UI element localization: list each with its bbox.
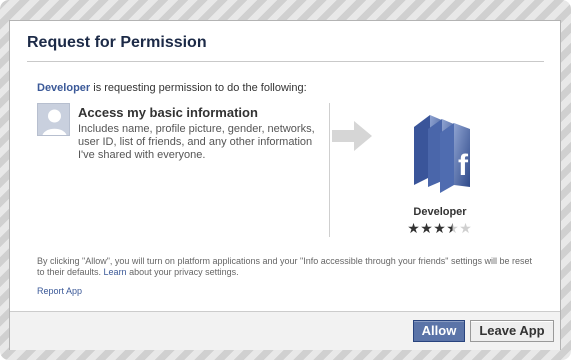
rating-star-icon: ★ [459, 220, 472, 236]
silhouette-icon [38, 104, 69, 135]
rating-star-icon: ★ [420, 220, 433, 236]
dialog-footer: Allow Leave App [10, 311, 560, 350]
disclaimer-text: By clicking "Allow", you will turn on pl… [37, 256, 537, 278]
svg-text:f: f [458, 149, 469, 182]
vertical-divider [329, 103, 330, 237]
intro-text: Developer is requesting permission to do… [37, 82, 307, 94]
learn-link[interactable]: Learn [104, 267, 127, 277]
user-avatar [37, 103, 70, 136]
disclaimer-after: about your privacy settings. [126, 267, 239, 277]
intro-sentence: is requesting permission to do the follo… [90, 82, 307, 94]
permission-dialog: Request for Permission Developer is requ… [9, 20, 561, 350]
app-name: Developer [413, 206, 467, 218]
permission-title: Access my basic information [78, 105, 258, 120]
title-divider [27, 61, 544, 62]
facebook-developer-icon: f [414, 115, 470, 193]
rating-star-icon: ★ [446, 220, 459, 236]
dialog-frame: Request for Permission Developer is requ… [0, 0, 571, 360]
leave-app-button[interactable]: Leave App [470, 320, 554, 342]
rating-star-icon: ★ [433, 220, 446, 236]
permission-description: Includes name, profile picture, gender, … [78, 123, 315, 161]
arrow-right-icon [332, 121, 372, 151]
allow-button[interactable]: Allow [413, 320, 465, 342]
rating-star-icon: ★ [407, 220, 420, 236]
app-rating: ★★★★★ [407, 220, 472, 236]
report-app-link[interactable]: Report App [37, 286, 82, 296]
app-name-link[interactable]: Developer [37, 82, 90, 94]
dialog-title: Request for Permission [27, 34, 207, 51]
